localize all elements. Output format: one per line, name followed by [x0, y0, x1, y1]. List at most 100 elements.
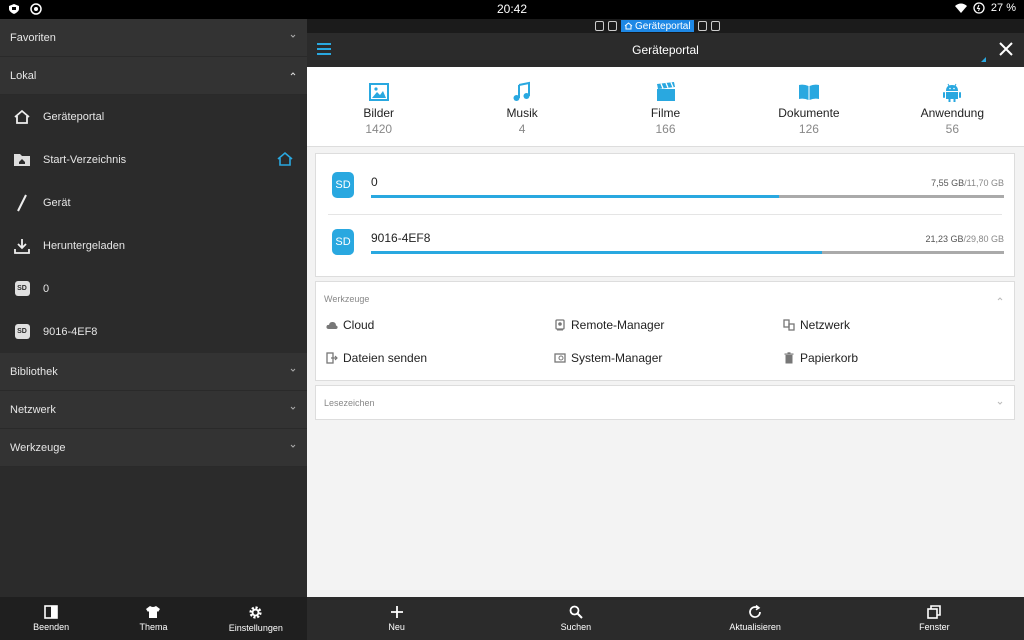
storage-row-9016-4ef8[interactable]: SD 9016-4EF8 21,23 GB/29,80 GB [316, 214, 1016, 272]
main-bottom-bar: Neu Suchen Aktualisieren Fenster [307, 597, 1024, 640]
tool-label: Remote-Manager [571, 318, 665, 332]
home-icon [12, 107, 32, 127]
category-dokumente[interactable]: Dokumente 126 [737, 67, 880, 146]
sidebar-item-label: 0 [43, 282, 50, 295]
chevron-up-icon[interactable] [996, 295, 1004, 303]
section-label: Bibliothek [10, 365, 58, 378]
section-label: Netzwerk [10, 403, 56, 416]
category-bilder[interactable]: Bilder 1420 [307, 67, 450, 146]
storage-card: SD 0 7,55 GB/11,70 GB SD 9016-4EF8 21,23… [315, 153, 1015, 277]
music-icon [513, 81, 531, 101]
windows-button[interactable]: Fenster [845, 597, 1024, 640]
system-manager-icon [554, 353, 566, 363]
tool-label: Cloud [343, 318, 375, 332]
tool-label: System-Manager [571, 351, 663, 365]
sidebar-section-favoriten[interactable]: Favoriten [0, 19, 307, 57]
tool-label: Dateien senden [343, 351, 428, 365]
corner-indicator [981, 57, 986, 62]
settings-button[interactable]: Einstellungen [205, 597, 307, 640]
chevron-down-icon [290, 34, 296, 38]
set-home-icon[interactable] [275, 149, 295, 169]
refresh-label: Aktualisieren [729, 622, 781, 632]
sidebar-bottom-bar: Beenden Thema Einstellungen [0, 597, 307, 640]
exit-label: Beenden [33, 622, 70, 632]
wifi-icon [954, 3, 967, 13]
page-title: Geräteportal [632, 43, 699, 57]
refresh-button[interactable]: Aktualisieren [666, 597, 845, 640]
category-musik[interactable]: Musik 4 [450, 67, 593, 146]
storage-usage-fill [371, 251, 822, 254]
tool-system-manager[interactable]: System-Manager [554, 351, 662, 365]
category-filme[interactable]: Filme 166 [594, 67, 737, 146]
gear-icon [249, 605, 262, 619]
tool-dateien-senden[interactable]: Dateien senden [326, 351, 427, 365]
tool-cloud[interactable]: Cloud [326, 318, 374, 332]
window-tab[interactable] [595, 21, 604, 31]
bookmarks-card[interactable]: Lesezeichen [315, 385, 1015, 420]
section-label: Favoriten [10, 31, 56, 44]
category-count: 166 [655, 122, 676, 136]
storage-row-0[interactable]: SD 0 7,55 GB/11,70 GB [316, 154, 1016, 212]
sidebar-item-geraeteportal[interactable]: Geräteportal [0, 95, 307, 138]
search-label: Suchen [560, 622, 592, 632]
category-bar: Bilder 1420 Musik 4 Filme 166 Dokumente … [307, 67, 1024, 147]
chevron-down-icon [290, 368, 296, 372]
book-icon [798, 84, 819, 100]
home-icon [624, 22, 633, 30]
image-icon [368, 83, 389, 101]
tool-papierkorb[interactable]: Papierkorb [783, 351, 858, 365]
tool-label: Netzwerk [800, 318, 851, 332]
sidebar-section-bibliothek[interactable]: Bibliothek [0, 353, 307, 391]
windows-label: Fenster [919, 622, 950, 632]
sidebar-item-start-verzeichnis[interactable]: Start-Verzeichnis [0, 138, 307, 181]
main-content: Bilder 1420 Musik 4 Filme 166 Dokumente … [307, 67, 1024, 597]
chevron-down-icon[interactable] [996, 399, 1004, 407]
sidebar-item-label: Gerät [43, 196, 71, 209]
tool-remote-manager[interactable]: Remote-Manager [554, 318, 664, 332]
window-tab-strip: Geräteportal [307, 19, 1024, 33]
category-anwendung[interactable]: Anwendung 56 [881, 67, 1024, 146]
sidebar-item-heruntergeladen[interactable]: Heruntergeladen [0, 224, 307, 267]
section-label: Werkzeuge [10, 441, 66, 454]
tools-card: Werkzeuge Cloud Remote-Manager Netzwerk … [315, 281, 1015, 381]
storage-size: 7,55 GB/11,70 GB [931, 178, 1004, 188]
search-icon [569, 605, 583, 619]
plus-icon [390, 606, 403, 618]
status-bar: 20:42 27 % [0, 0, 1024, 19]
sidebar-item-sd-0[interactable]: SD 0 [0, 267, 307, 310]
window-tab[interactable] [697, 21, 707, 31]
windows-icon [927, 605, 942, 619]
sidebar-item-sd-9016-4ef8[interactable]: SD 9016-4EF8 [0, 310, 307, 353]
trash-icon [784, 352, 794, 364]
window-tab[interactable] [608, 21, 617, 31]
theme-label: Thema [139, 622, 168, 632]
storage-usage-bar [371, 251, 1004, 254]
android-icon [943, 83, 962, 102]
film-icon [656, 82, 675, 101]
storage-usage-bar [371, 195, 1004, 198]
chevron-down-icon [290, 444, 296, 448]
category-count: 4 [518, 122, 526, 136]
active-tab-label: Geräteportal [635, 20, 691, 32]
sidebar-item-geraet[interactable]: Gerät [0, 181, 307, 224]
network-icon [783, 319, 795, 331]
battery-level: 27 % [990, 2, 1016, 14]
search-button[interactable]: Suchen [486, 597, 665, 640]
close-icon[interactable] [998, 41, 1014, 57]
theme-button[interactable]: Thema [102, 597, 204, 640]
storage-size: 21,23 GB/29,80 GB [925, 234, 1004, 244]
sidebar-section-netzwerk[interactable]: Netzwerk [0, 391, 307, 429]
tool-netzwerk[interactable]: Netzwerk [783, 318, 850, 332]
exit-button[interactable]: Beenden [0, 597, 102, 640]
sidebar-section-werkzeuge[interactable]: Werkzeuge [0, 429, 307, 467]
send-files-icon [326, 352, 338, 364]
sd-card-icon: SD [332, 229, 354, 255]
window-tab[interactable] [710, 21, 720, 31]
chevron-down-icon [290, 406, 296, 410]
refresh-icon [749, 605, 761, 618]
new-button[interactable]: Neu [307, 597, 486, 640]
category-label: Bilder [363, 106, 395, 120]
category-label: Musik [506, 106, 538, 120]
sidebar-section-lokal[interactable]: Lokal [0, 57, 307, 95]
active-window-tab[interactable]: Geräteportal [621, 20, 694, 32]
